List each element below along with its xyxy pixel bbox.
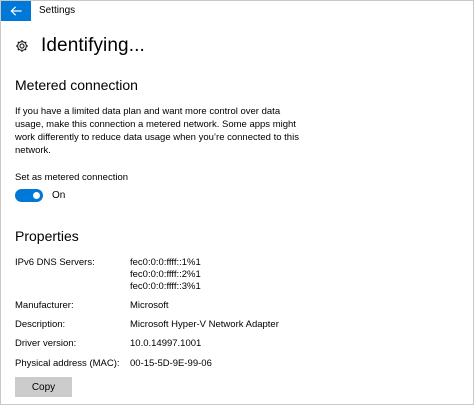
- ipv6-dns-value-2: fec0:0:0:ffff::2%1: [130, 269, 201, 280]
- metered-toggle-state: On: [52, 189, 66, 201]
- back-arrow-icon: [10, 6, 22, 16]
- back-button[interactable]: [1, 1, 31, 21]
- driver-version-label: Driver version:: [15, 338, 77, 349]
- toggle-knob: [33, 192, 40, 199]
- description-label: Description:: [15, 319, 66, 330]
- metered-description: If you have a limited data plan and want…: [15, 106, 299, 156]
- metered-toggle-row: On: [15, 189, 65, 202]
- metered-toggle-switch[interactable]: [15, 189, 43, 202]
- mac-address-value: 00-15-5D-9E-99-06: [130, 358, 212, 369]
- manufacturer-label: Manufacturer:: [15, 300, 74, 311]
- description-value: Microsoft Hyper-V Network Adapter: [130, 319, 279, 330]
- metered-toggle-label: Set as metered connection: [15, 172, 129, 183]
- driver-version-value: 10.0.14997.1001: [130, 338, 202, 349]
- manufacturer-value: Microsoft: [130, 300, 169, 311]
- title-bar: Settings: [1, 1, 473, 21]
- page-header: Identifying...: [15, 34, 145, 58]
- copy-button[interactable]: Copy: [15, 377, 72, 397]
- ipv6-dns-label: IPv6 DNS Servers:: [15, 257, 95, 268]
- window-title: Settings: [39, 5, 76, 16]
- ipv6-dns-value-3: fec0:0:0:ffff::3%1: [130, 281, 201, 292]
- properties-heading: Properties: [15, 228, 79, 244]
- page-title: Identifying...: [41, 35, 145, 56]
- mac-address-label: Physical address (MAC):: [15, 358, 120, 369]
- settings-window: Settings Identifying... Metered connecti…: [0, 0, 474, 405]
- ipv6-dns-value-1: fec0:0:0:ffff::1%1: [130, 257, 201, 268]
- gear-icon: [16, 40, 28, 52]
- metered-connection-heading: Metered connection: [15, 77, 138, 93]
